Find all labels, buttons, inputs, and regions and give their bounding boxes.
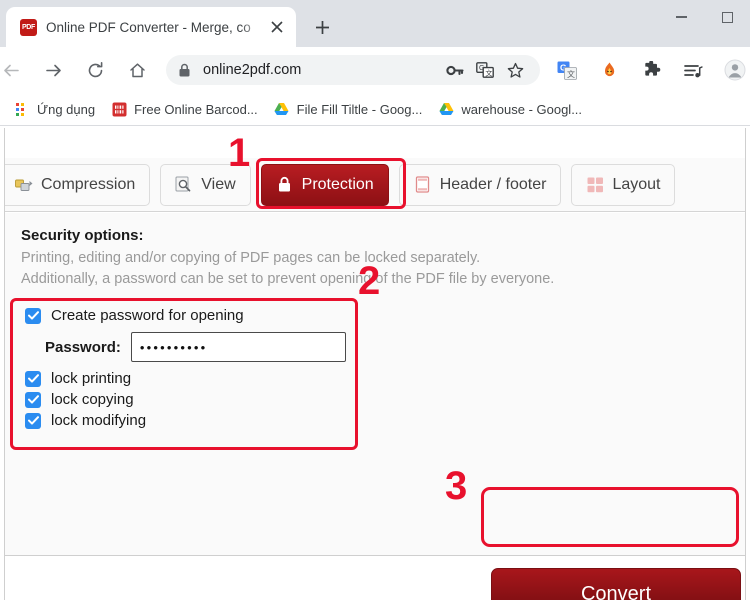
maximize-icon[interactable] — [704, 0, 750, 34]
option-label: lock modifying — [51, 412, 147, 429]
bookmarks-bar: Ứng dụng Free Online Barcod... File Fill… — [0, 93, 750, 126]
bookmark-file-fill-tiltle[interactable]: File Fill Tiltle - Goog... — [266, 98, 431, 120]
option-label: lock copying — [51, 391, 134, 408]
tab-layout[interactable]: Layout — [571, 163, 676, 206]
window-controls — [658, 0, 750, 34]
convert-button[interactable]: Convert — [491, 568, 741, 600]
bookmark-barcode[interactable]: Free Online Barcod... — [103, 98, 266, 120]
tab-label: Header / footer — [439, 175, 547, 193]
forward-arrow-icon[interactable] — [36, 53, 70, 87]
tab-label: Protection — [301, 175, 374, 193]
bookmark-label: warehouse - Googl... — [461, 101, 583, 117]
bookmark-label: Free Online Barcod... — [134, 101, 258, 117]
section-description-line2: Additionally, a password can be set to p… — [21, 271, 555, 288]
header-footer-icon — [414, 176, 432, 194]
google-translate-extension-icon[interactable]: G文 — [550, 53, 584, 87]
address-bar[interactable]: online2pdf.com G文 — [166, 55, 540, 85]
profile-avatar-icon[interactable] — [718, 53, 750, 87]
checkbox-checked-icon[interactable] — [25, 412, 41, 429]
password-input[interactable]: •••••••••• — [130, 332, 346, 362]
section-title: Security options: — [21, 227, 144, 244]
converter-option-tabs: Compression View Protection Header / foo… — [5, 158, 745, 212]
tab-view[interactable]: View — [160, 163, 251, 206]
browser-window: PDF Online PDF Converter - Merge, co onl… — [0, 0, 750, 600]
section-description-line1: Printing, editing and/or copying of PDF … — [21, 250, 481, 266]
puzzle-piece-icon[interactable] — [634, 53, 668, 87]
lock-icon — [178, 63, 191, 78]
svg-text:文: 文 — [567, 69, 575, 79]
checkbox-checked-icon[interactable] — [25, 307, 41, 324]
password-label: Password: — [45, 338, 121, 356]
translate-icon[interactable]: G文 — [472, 57, 498, 83]
page-content: Compression View Protection Header / foo… — [4, 128, 746, 600]
reload-icon[interactable] — [78, 53, 112, 87]
back-arrow-icon[interactable] — [0, 53, 28, 87]
option-label: Create password for opening — [51, 307, 244, 324]
checkbox-checked-icon[interactable] — [25, 370, 41, 387]
option-lock-copying[interactable]: lock copying — [17, 389, 362, 410]
bookmark-label: Ứng dụng — [37, 101, 96, 117]
home-icon[interactable] — [120, 53, 154, 87]
magnifier-page-icon — [175, 176, 193, 194]
barcode-icon — [111, 101, 127, 117]
convert-button-label: Convert — [580, 583, 652, 600]
tab-label: Compression — [41, 175, 136, 193]
browser-tab[interactable]: PDF Online PDF Converter - Merge, co — [6, 7, 296, 47]
option-lock-printing[interactable]: lock printing — [17, 368, 362, 389]
minimize-icon[interactable] — [658, 0, 704, 34]
svg-text:文: 文 — [485, 68, 492, 77]
password-row: Password: •••••••••• — [17, 326, 362, 368]
option-create-password[interactable]: Create password for opening — [17, 305, 362, 326]
tab-label: View — [201, 175, 236, 193]
padlock-icon — [276, 176, 294, 194]
toolbar-extensions: G文 — [546, 53, 746, 87]
bookmark-label: File Fill Tiltle - Goog... — [296, 101, 423, 117]
apps-grid-icon — [14, 101, 30, 117]
media-playlist-icon[interactable] — [676, 53, 710, 87]
page-viewport: Compression View Protection Header / foo… — [0, 128, 750, 600]
bookmark-apps[interactable]: Ứng dụng — [6, 98, 103, 120]
browser-tab-strip: PDF Online PDF Converter - Merge, co — [0, 0, 750, 47]
key-icon[interactable] — [442, 57, 468, 83]
bookmark-warehouse[interactable]: warehouse - Googl... — [430, 98, 590, 120]
tab-compression[interactable]: Compression — [5, 163, 151, 206]
option-lock-modifying[interactable]: lock modifying — [17, 410, 362, 431]
tab-favicon-label: PDF — [21, 23, 36, 31]
url-text: online2pdf.com — [203, 62, 302, 78]
protection-panel: Security options: Printing, editing and/… — [5, 213, 745, 600]
option-label: lock printing — [51, 370, 132, 387]
compression-icon — [15, 176, 33, 194]
layout-grid-icon — [586, 176, 604, 194]
flame-extension-icon[interactable] — [592, 53, 626, 87]
checkbox-checked-icon[interactable] — [25, 391, 41, 408]
google-drive-icon — [438, 101, 454, 117]
browser-toolbar: online2pdf.com G文 G文 — [0, 47, 750, 93]
star-icon[interactable] — [502, 57, 528, 83]
browser-tab-title: Online PDF Converter - Merge, co — [46, 19, 251, 35]
google-drive-icon — [274, 101, 290, 117]
security-options-group: Create password for opening Password: ••… — [17, 297, 362, 439]
tab-protection[interactable]: Protection — [260, 163, 389, 206]
tab-header-footer[interactable]: Header / footer — [398, 163, 562, 206]
plus-icon[interactable] — [306, 11, 338, 43]
pdf-file-icon: PDF — [20, 18, 37, 36]
tab-label: Layout — [612, 175, 661, 193]
close-icon[interactable] — [266, 16, 288, 38]
